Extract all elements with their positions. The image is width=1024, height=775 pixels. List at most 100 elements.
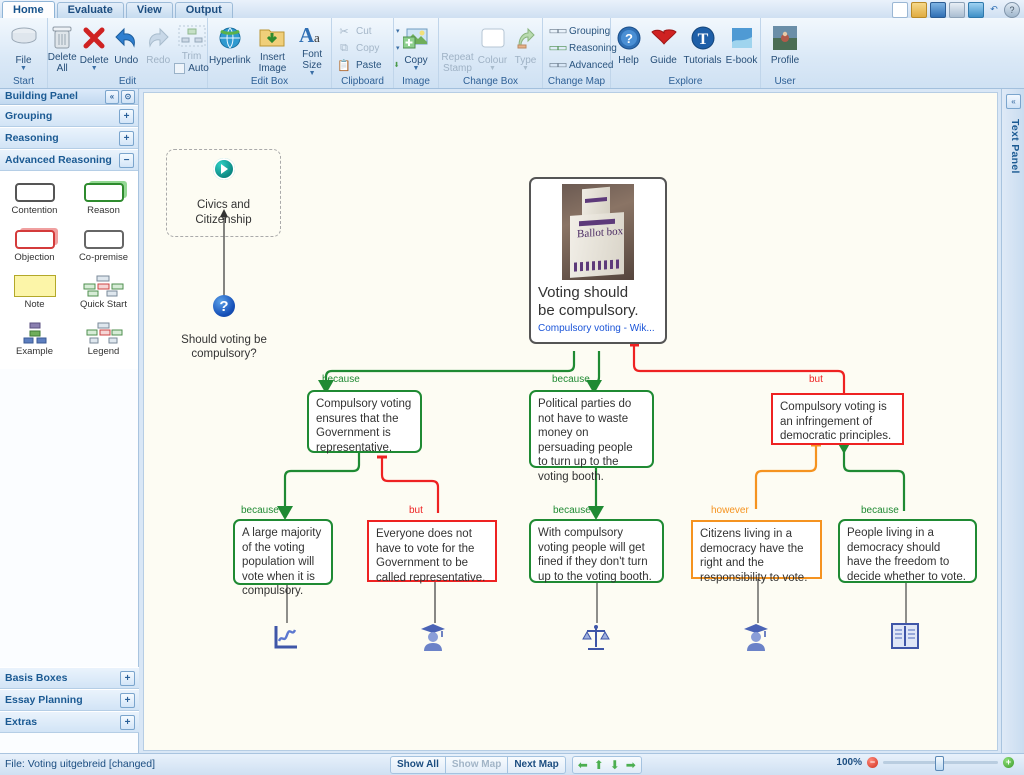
nav-down-icon[interactable]: ⬇ [607,758,623,772]
advanced-menu-item[interactable]: ▭▭ Advanced [549,57,617,74]
argument-map-canvas[interactable]: Civics and Citizenship ? Should voting b… [143,92,998,751]
help-icon[interactable]: ? [1004,2,1020,18]
copy-menu-item[interactable]: ⧉ Copy ▾ [336,40,399,57]
text-panel[interactable]: « Text Panel [1001,89,1024,754]
redo-button[interactable]: Redo [142,20,174,74]
open-folder-icon[interactable] [911,2,927,18]
copy-image-caret-icon[interactable]: ▼ [413,65,420,72]
ebook-button[interactable]: E-book [724,20,760,74]
save-icon[interactable] [930,2,946,18]
contention-box[interactable]: Ballot box Voting should be compulsory. … [529,177,667,344]
sidebar-section-essay-planning[interactable]: Essay Planning + [0,689,139,711]
redo-label: Redo [146,55,171,66]
type-caret-icon[interactable]: ▼ [522,65,529,72]
file-caret-icon[interactable]: ▼ [20,65,27,72]
advanced-collapse-icon[interactable]: − [119,153,134,168]
grouping-menu-item[interactable]: ▭▭ Grouping [549,23,617,40]
basis-icon-chart[interactable] [272,623,302,653]
sidebar-section-extras[interactable]: Extras + [0,711,139,733]
reasoning-expand-icon[interactable]: + [119,131,134,146]
delete-button[interactable]: Delete ▼ [78,20,110,74]
new-document-icon[interactable] [892,2,908,18]
nav-up-icon[interactable]: ⬆ [591,758,607,772]
insert-image-button[interactable]: Insert Image [252,20,294,74]
palette-item-example[interactable]: Example [0,322,69,357]
palette-item-note[interactable]: Note [0,275,69,310]
reason-box-3a[interactable]: People living in a democracy should have… [838,519,977,583]
next-map-button[interactable]: Next Map [508,756,566,774]
reason-box-1a[interactable]: A large majority of the voting populatio… [233,519,333,597]
sidebar-section-basis-boxes[interactable]: Basis Boxes + [0,667,139,689]
sidebar-section-advanced-reasoning[interactable]: Advanced Reasoning − [0,149,138,171]
palette-item-contention[interactable]: Contention [0,181,69,216]
undo-icon[interactable]: ↶ [987,2,1001,16]
however-box[interactable]: Citizens living in a democracy have the … [691,520,822,584]
topic-box[interactable]: Civics and Citizenship [166,149,281,237]
palette-item-co-premise[interactable]: Co-premise [69,228,138,263]
contention-text: Voting should be compulsory. [538,284,639,319]
sidebar-section-advanced-label: Advanced Reasoning [5,154,112,166]
tab-view[interactable]: View [125,2,173,18]
contention-hyperlink[interactable]: Compulsory voting - Wik... [538,322,658,337]
nav-right-icon[interactable]: ➡ [623,758,639,772]
play-circle-icon[interactable] [212,158,235,180]
repeat-stamp-button[interactable]: Repeat Stamp [440,20,476,74]
question-marker[interactable]: ? [213,295,235,317]
text-panel-collapse-icon[interactable]: « [1006,94,1021,109]
essay-planning-expand-icon[interactable]: + [120,693,135,708]
reason-box-2[interactable]: Political parties do not have to waste m… [529,390,654,483]
palette-item-quick-start[interactable]: Quick Start [69,275,138,310]
collapse-panel-icon[interactable]: « [105,90,119,104]
sidebar-section-reasoning[interactable]: Reasoning + [0,127,138,149]
paste-menu-item[interactable]: 📋 Paste ⬇ [336,57,399,74]
print-icon[interactable] [949,2,965,18]
panel-options-icon[interactable]: ⊙ [121,90,135,104]
profile-button[interactable]: Profile [762,20,808,74]
objection-box-1a[interactable]: Everyone does not have to vote for the G… [367,520,497,584]
zoom-out-icon[interactable]: − [867,757,878,768]
copy-image-button[interactable]: Copy ▼ [394,20,438,74]
palette-item-reason[interactable]: Reason [69,181,138,216]
palette-item-objection[interactable]: Objection [0,228,69,263]
basis-icon-expert-1[interactable] [420,623,450,653]
hyperlink-button[interactable]: Hyperlink [208,20,252,74]
delete-all-button[interactable]: Delete All [46,20,78,74]
trim-button[interactable]: Trim Auto [174,20,209,74]
colour-button[interactable]: Colour ▼ [476,20,510,74]
help-button[interactable]: ? Help [612,20,646,74]
font-size-button[interactable]: Aa Font Size ▼ [293,20,331,77]
building-panel-header: Building Panel « ⊙ [0,89,138,105]
tab-home[interactable]: Home [2,1,55,18]
grouping-expand-icon[interactable]: + [119,109,134,124]
nav-left-icon[interactable]: ⬅ [575,758,591,772]
show-map-button[interactable]: Show Map [445,756,509,774]
basis-icon-expert-2[interactable] [743,623,773,653]
reason-box-2a[interactable]: With compulsory voting people will get f… [529,519,664,583]
zoom-slider-track[interactable] [883,756,998,771]
reasoning-menu-item[interactable]: ▭▭ Reasoning [549,40,617,57]
tutorials-button[interactable]: T Tutorials [682,20,724,74]
cut-menu-item[interactable]: ✂ Cut ▾ [336,23,399,40]
colour-caret-icon[interactable]: ▼ [489,65,496,72]
auto-checkbox-icon[interactable] [174,63,186,74]
palette-item-legend[interactable]: Legend [69,322,138,357]
sidebar-section-grouping[interactable]: Grouping + [0,105,138,127]
undo-button[interactable]: Undo [110,20,142,74]
basis-boxes-expand-icon[interactable]: + [120,671,135,686]
objection-box-1[interactable]: Compulsory voting is an infringement of … [771,393,904,445]
extras-expand-icon[interactable]: + [120,715,135,730]
export-image-icon[interactable] [968,2,984,18]
zoom-slider-thumb[interactable] [935,756,944,771]
basis-icon-scales[interactable] [582,623,612,653]
delete-caret-icon[interactable]: ▼ [91,65,98,72]
file-button[interactable]: File ▼ [1,20,47,74]
type-button[interactable]: Type ▼ [510,20,542,74]
palette-label: Quick Start [80,299,127,310]
show-all-button[interactable]: Show All [390,756,446,774]
tab-output[interactable]: Output [174,2,233,18]
guide-button[interactable]: Guide [646,20,682,74]
tab-evaluate[interactable]: Evaluate [56,2,124,18]
reason-box-1[interactable]: Compulsory voting ensures that the Gover… [307,390,422,454]
basis-icon-book[interactable] [891,623,921,653]
zoom-in-icon[interactable]: + [1003,757,1014,768]
